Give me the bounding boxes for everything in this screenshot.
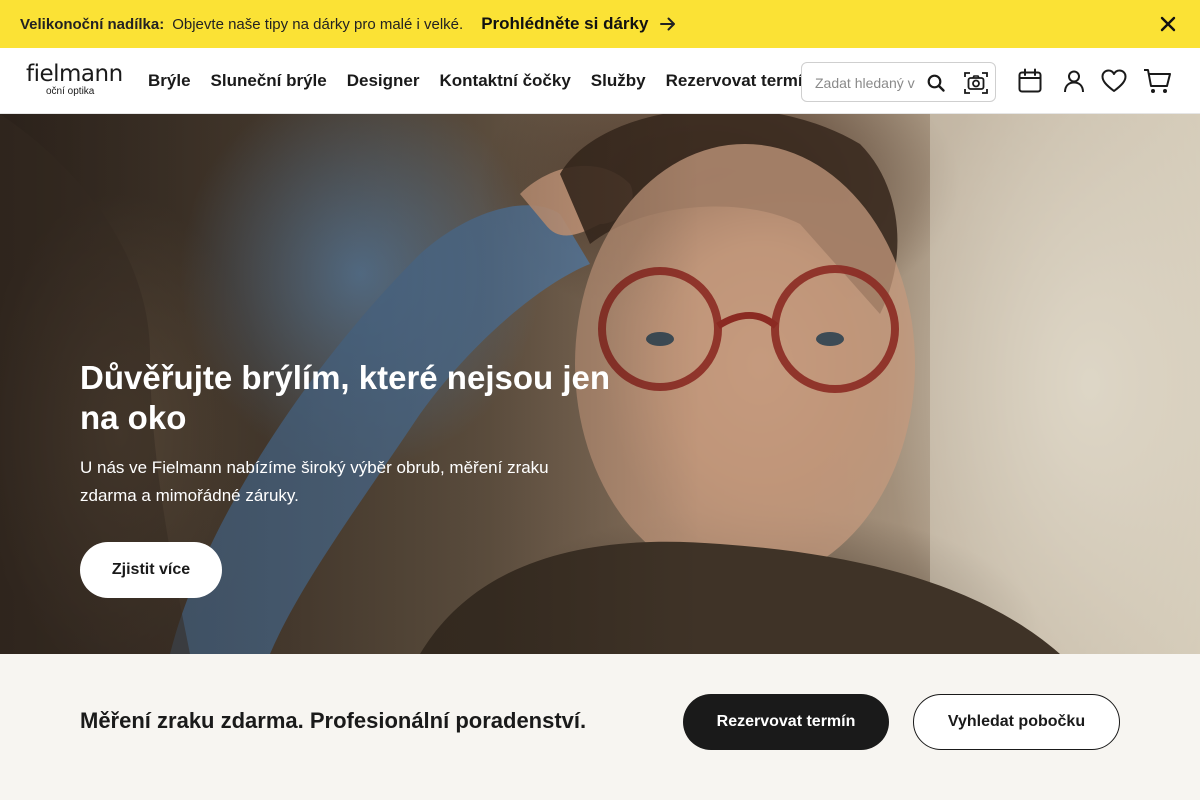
nav-item-sluzby[interactable]: Služby xyxy=(591,71,646,91)
nav-item-slunecni-bryle[interactable]: Sluneční brýle xyxy=(211,71,327,91)
promo-text: Objevte naše tipy na dárky pro malé i ve… xyxy=(172,15,464,33)
search-input[interactable] xyxy=(815,72,915,94)
calendar-icon[interactable] xyxy=(1015,66,1045,96)
logo-tagline: oční optika xyxy=(46,86,95,97)
hero-description: U nás ve Fielmann nabízíme široký výběr … xyxy=(80,458,549,505)
close-icon[interactable] xyxy=(1158,14,1178,34)
site-header: fielmann oční optika Brýle Sluneční brýl… xyxy=(0,48,1200,114)
service-band-title: Měření zraku zdarma. Profesionální porad… xyxy=(80,708,587,733)
user-icon[interactable] xyxy=(1059,66,1089,96)
book-appointment-button[interactable]: Rezervovat termín xyxy=(683,694,889,750)
service-band: Měření zraku zdarma. Profesionální porad… xyxy=(0,654,1200,800)
promo-link[interactable]: Prohlédněte si dárky xyxy=(481,14,676,34)
main-nav: Brýle Sluneční brýle Designer Kontaktní … xyxy=(148,48,813,114)
camera-search-icon[interactable] xyxy=(962,69,990,97)
nav-item-rezervovat-termin[interactable]: Rezervovat termín xyxy=(666,71,813,91)
hero-title: Důvěřujte brýlím, které nejsou jen na ok… xyxy=(80,359,610,436)
learn-more-button[interactable]: Zjistit více xyxy=(80,542,222,598)
nav-item-kontaktni-cocky[interactable]: Kontaktní čočky xyxy=(439,71,570,91)
nav-item-designer[interactable]: Designer xyxy=(347,71,420,91)
fielmann-logo[interactable]: fielmann oční optika xyxy=(26,61,123,102)
nav-item-bryle[interactable]: Brýle xyxy=(148,71,191,91)
heart-icon[interactable] xyxy=(1099,66,1129,96)
search-icon[interactable] xyxy=(926,73,946,93)
cart-icon[interactable] xyxy=(1142,66,1172,96)
find-store-button[interactable]: Vyhledat pobočku xyxy=(913,694,1120,750)
logo-wordmark: fielmann xyxy=(26,61,123,87)
arrow-right-icon xyxy=(660,17,676,31)
promo-title: Velikonoční nadílka: xyxy=(20,15,165,33)
promo-link-label: Prohlédněte si dárky xyxy=(481,14,649,33)
hero-banner: Důvěřujte brýlím, které nejsou jen na ok… xyxy=(0,114,1200,654)
promo-bar: Velikonoční nadílka: Objevte naše tipy n… xyxy=(0,0,1200,48)
search-box xyxy=(801,62,996,102)
